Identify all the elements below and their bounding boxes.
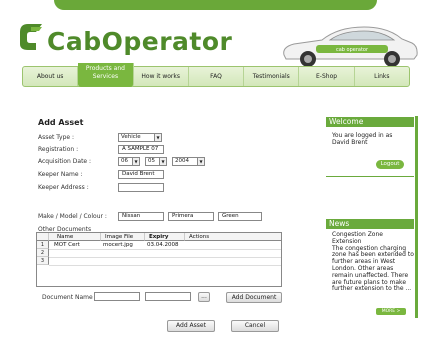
keeper-name-label: Keeper Name : [38,171,83,178]
keeper-address-label: Keeper Address : [38,184,89,191]
nav-links[interactable]: Links [355,67,409,86]
nav-e-shop[interactable]: E-Shop [299,67,355,86]
welcome-heading: Welcome [326,117,414,127]
add-asset-button[interactable]: Add Asset [167,320,215,332]
acq-year-value: 2004 [175,158,189,164]
asset-type-select[interactable]: Vehicle ▼ [118,133,162,142]
browse-button[interactable]: ... [198,292,210,302]
nav-about-us[interactable]: About us [23,67,79,86]
main-nav: About us Products and Services How it wo… [22,63,410,87]
col-header-name: Name [57,234,74,240]
asset-type-value: Vehicle [121,134,141,140]
logout-button[interactable]: Logout [376,160,404,169]
make-model-colour-label: Make / Model / Colour : [38,213,107,220]
document-name-label: Document Name [42,294,93,301]
sidebar-divider [415,116,418,318]
acq-month-value: 05 [148,158,155,164]
acq-month-select[interactable]: 05 ▼ [145,157,167,166]
table-cell-expiry[interactable]: 03.04.2008 [147,242,179,248]
news-more-button[interactable]: MORE > [376,308,406,315]
make-input[interactable]: Nissan [118,212,164,221]
chevron-down-icon: ▼ [197,158,204,165]
documents-table: Name Image File Expiry Actions 1 MOT Cer… [36,232,282,287]
table-cell-name[interactable]: MOT Cert [54,242,80,248]
welcome-divider [326,176,414,177]
keeper-name-input[interactable]: David Brent [118,170,164,179]
nav-testimonials[interactable]: Testimonials [244,67,300,86]
row-number: 3 [37,257,49,265]
document-name-input[interactable] [94,292,140,301]
news-heading: News [326,219,414,229]
col-header-actions: Actions [189,234,210,240]
acq-day-value: 06 [121,158,128,164]
acq-day-select[interactable]: 06 ▼ [118,157,140,166]
logo-mark-icon [20,24,42,50]
logo-text: CabOperator [47,27,233,56]
table-cell-file[interactable]: mocert.jpg [103,242,133,248]
asset-type-label: Asset Type : [38,134,75,141]
model-input[interactable]: Primera [168,212,214,221]
col-header-image-file: Image File [105,234,134,240]
page-title: Add Asset [38,118,84,127]
keeper-address-input[interactable] [118,183,164,192]
table-header: Name Image File Expiry Actions [37,233,281,241]
chevron-down-icon: ▼ [154,134,161,141]
top-accent-bar [54,0,377,10]
document-file-input[interactable] [145,292,191,301]
registration-label: Registration : [38,146,79,153]
logged-in-user: David Brent [332,139,368,146]
acquisition-date-label: Acquisition Date : [38,158,92,165]
registration-input[interactable]: A SAMPLE 07 [118,145,164,154]
nav-how-it-works[interactable]: How it works [134,67,189,86]
nav-products-services[interactable]: Products and Services [78,63,134,87]
colour-input[interactable]: Green [218,212,262,221]
add-document-button[interactable]: Add Document [226,292,282,303]
site-logo[interactable]: CabOperator [18,19,232,59]
cancel-button[interactable]: Cancel [231,320,279,332]
chevron-down-icon: ▼ [132,158,139,165]
row-number: 1 [37,241,49,249]
col-header-expiry: Expiry [149,234,169,240]
news-item: Congestion Zone Extension The congestion… [332,231,414,293]
row-number: 2 [37,249,49,257]
taxi-car-image: cab operator [283,26,418,67]
chevron-down-icon: ▼ [159,158,166,165]
nav-faq[interactable]: FAQ [189,67,245,86]
logged-in-text: You are logged in as [332,132,393,139]
news-body: The congestion charging zone has been ex… [332,244,414,293]
acq-year-select[interactable]: 2004 ▼ [172,157,205,166]
car-decal-text: cab operator [336,47,369,53]
news-headline[interactable]: Congestion Zone Extension [332,231,414,246]
